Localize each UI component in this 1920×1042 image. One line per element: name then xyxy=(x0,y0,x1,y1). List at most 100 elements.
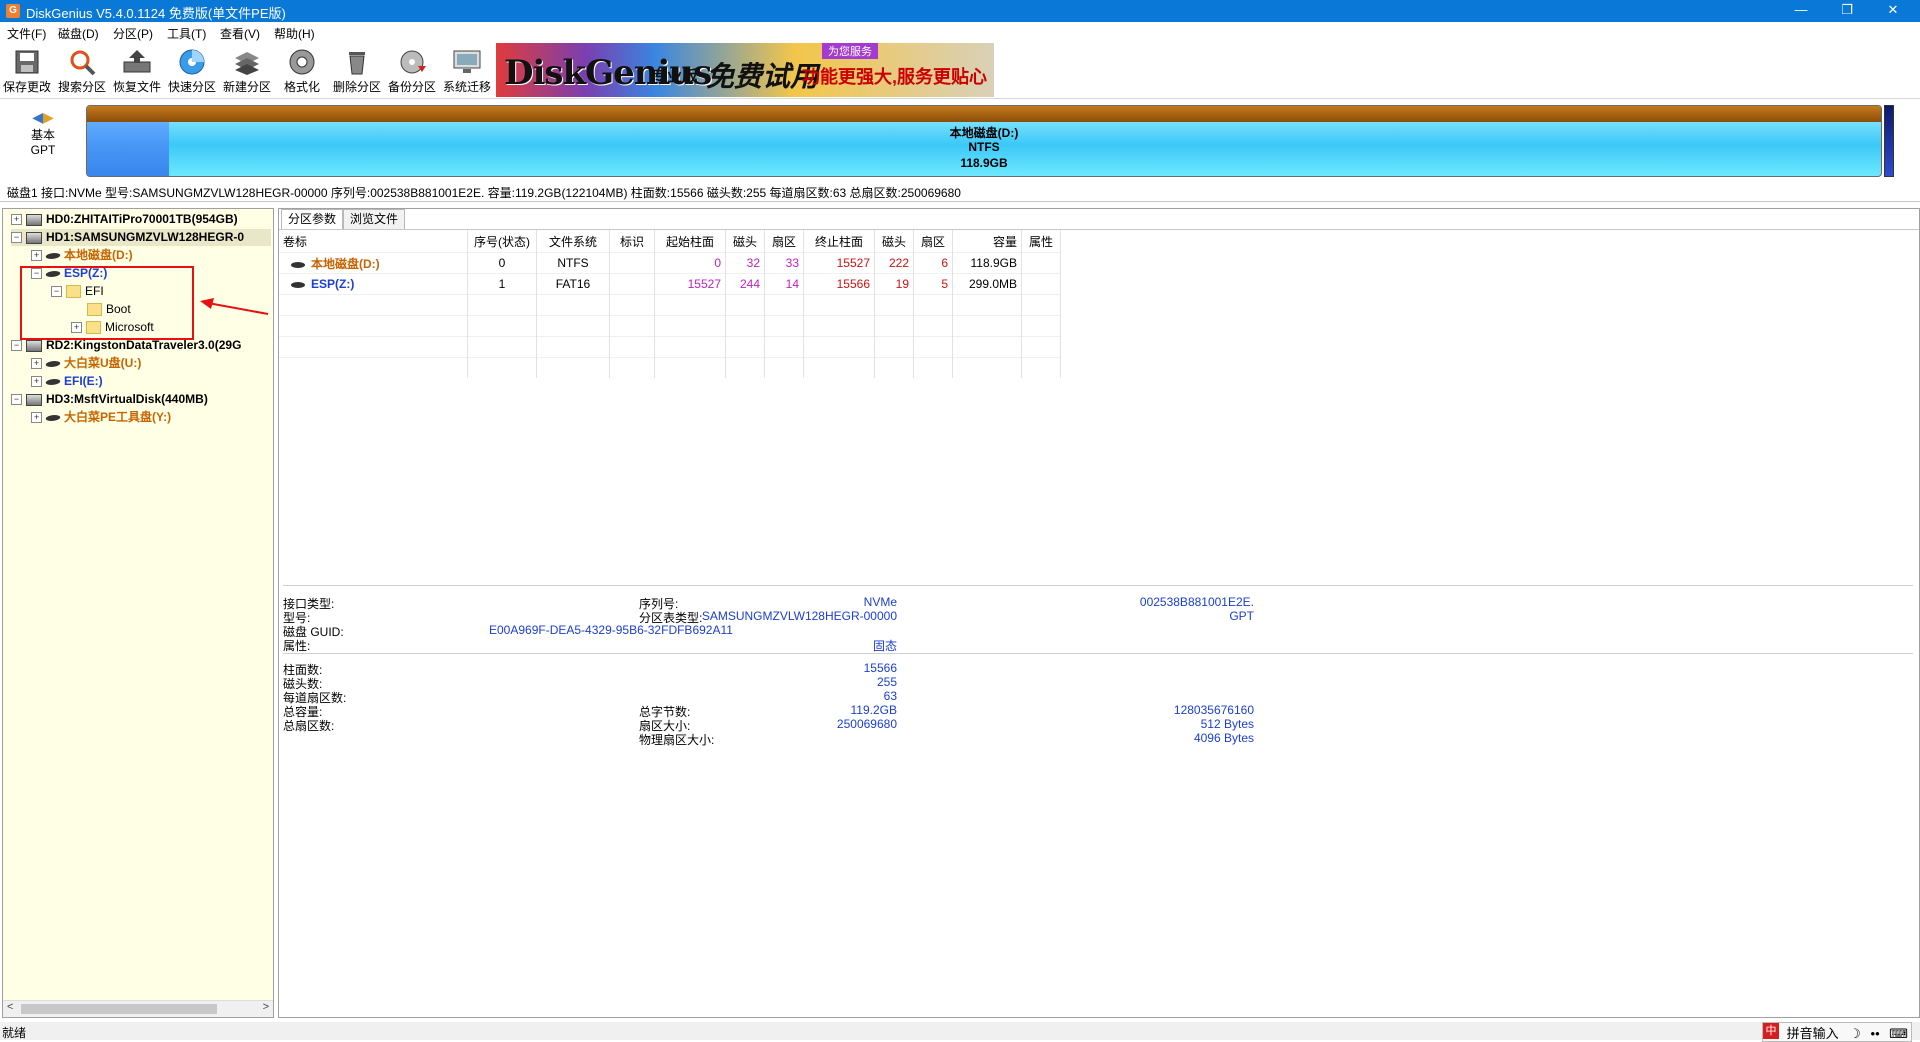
partition-bar-esp[interactable] xyxy=(1884,105,1894,177)
total-capacity-value: 119.2GB xyxy=(850,703,897,717)
total-sectors-value: 250069680 xyxy=(836,717,897,731)
disk-icon xyxy=(26,213,42,226)
prev-disk-arrow-icon[interactable]: ◀ xyxy=(32,109,43,125)
window-title: DiskGenius V5.4.0.1124 免费版(单文件PE版) xyxy=(26,6,286,21)
tab-partition-params[interactable]: 分区参数 xyxy=(281,209,344,230)
status-text: 就绪 xyxy=(2,1026,27,1040)
punctuation-icon[interactable]: •• xyxy=(1868,1026,1883,1041)
promo-banner[interactable]: 为您服务 DiskGenius 专业版 免费试用 功能更强大,服务更贴心 xyxy=(496,43,994,97)
close-button[interactable]: ✕ xyxy=(1870,0,1916,22)
physical-sector-size-value: 4096 Bytes xyxy=(1193,731,1254,745)
status-bar: 就绪 中 拼音输入 ☽ •• ⌨ xyxy=(0,1022,1920,1042)
new-partition-button[interactable]: 新建分区 xyxy=(220,46,274,98)
table-empty-row xyxy=(279,294,1061,316)
menu-help[interactable]: 帮助(H) xyxy=(274,25,315,42)
expand-icon[interactable]: + xyxy=(31,358,42,370)
menu-partition[interactable]: 分区(P) xyxy=(113,25,153,42)
total-sectors-label: 总扇区数: xyxy=(283,719,335,733)
search-partition-button[interactable]: 搜索分区 xyxy=(55,46,109,98)
ime-indicator[interactable]: 中 拼音输入 ☽ •• ⌨ xyxy=(1762,1022,1913,1042)
system-migrate-button[interactable]: 系统迁移 xyxy=(440,46,494,98)
collapse-icon[interactable]: − xyxy=(11,340,22,352)
disk-map-area: ◀▶ 基本 GPT 本地磁盘(D:) NTFS 118.9GB xyxy=(0,99,1920,181)
menu-file[interactable]: 文件(F) xyxy=(7,25,46,42)
next-disk-arrow-icon[interactable]: ▶ xyxy=(43,109,54,125)
scroll-thumb[interactable] xyxy=(21,1004,217,1014)
quick-partition-icon xyxy=(176,48,208,76)
attr-value: 固态 xyxy=(872,639,897,653)
tree-node-hd0[interactable]: + HD0:ZHITAITiPro70001TB(954GB) xyxy=(11,211,238,228)
tree-node-local-d[interactable]: + 本地磁盘(D:) xyxy=(31,247,133,264)
col-end-sector: 扇区 xyxy=(913,230,953,253)
table-row[interactable]: ESP(Z:) 1 FAT16 15527 244 14 15566 19 5 … xyxy=(279,273,1061,295)
model-value: SAMSUNGMZVLW128HEGR-00000 xyxy=(701,609,897,623)
tab-browse-files[interactable]: 浏览文件 xyxy=(343,209,406,230)
table-row[interactable]: 本地磁盘(D:) 0 NTFS 0 32 33 15527 222 6 118.… xyxy=(279,252,1061,274)
recover-files-button[interactable]: 恢复文件 xyxy=(110,46,164,98)
annotation-box xyxy=(20,266,194,340)
tree-node-dabaicai-pe[interactable]: + 大白菜PE工具盘(Y:) xyxy=(31,409,171,426)
partition-bar-local-d[interactable]: 本地磁盘(D:) NTFS 118.9GB xyxy=(86,105,1882,177)
quick-partition-button[interactable]: 快速分区 xyxy=(165,46,219,98)
format-button[interactable]: 格式化 xyxy=(275,46,329,98)
moon-icon[interactable]: ☽ xyxy=(1846,1026,1864,1041)
disk-nav: ◀▶ 基本 GPT xyxy=(20,109,66,157)
tree-horizontal-scrollbar[interactable]: < > xyxy=(3,1000,273,1017)
details-divider xyxy=(283,653,1913,654)
recover-icon xyxy=(121,48,153,76)
guid-value: E00A969F-DEA5-4329-95B6-32FDFB692A11 xyxy=(489,623,733,637)
col-start-sector: 扇区 xyxy=(764,230,804,253)
disk-style-label: 基本 xyxy=(30,128,55,142)
save-changes-button[interactable]: 保存更改 xyxy=(0,46,54,98)
menu-view[interactable]: 查看(V) xyxy=(220,25,260,42)
expand-icon[interactable]: + xyxy=(31,412,42,424)
scroll-left-icon[interactable]: < xyxy=(7,1001,13,1013)
minimize-button[interactable]: — xyxy=(1778,0,1824,22)
partition-icon xyxy=(44,360,62,367)
tree-node-hd1[interactable]: − HD1:SAMSUNGMZVLW128HEGR-0 xyxy=(11,229,271,246)
expand-icon[interactable]: + xyxy=(31,250,42,262)
partition-table-label: GPT xyxy=(30,143,56,157)
collapse-icon[interactable]: − xyxy=(11,394,22,406)
details-top-divider xyxy=(283,585,1913,586)
total-bytes-value: 128035676160 xyxy=(1173,703,1254,717)
physical-sector-size-label: 物理扇区大小: xyxy=(639,733,715,747)
iface-value: NVMe xyxy=(863,595,897,609)
backup-icon xyxy=(396,48,428,76)
format-icon xyxy=(286,48,318,76)
banner-top-text: 为您服务 xyxy=(822,43,878,59)
annotation-arrow-icon xyxy=(200,298,269,315)
partition-table: 卷标 序号(状态) 文件系统 标识 起始柱面 磁头 扇区 终止柱面 磁头 扇区 … xyxy=(279,229,1919,585)
title-bar: G DiskGenius V5.4.0.1124 免费版(单文件PE版) — ❐… xyxy=(0,0,1920,22)
backup-partition-button[interactable]: 备份分区 xyxy=(385,46,439,98)
ime-chinese-icon: 中 xyxy=(1763,1023,1779,1039)
migrate-icon xyxy=(451,48,483,76)
expand-icon[interactable]: + xyxy=(31,376,42,388)
scroll-right-icon[interactable]: > xyxy=(263,1001,269,1013)
menu-disk[interactable]: 磁盘(D) xyxy=(58,25,99,42)
partition-icon xyxy=(44,378,62,385)
keyboard-icon[interactable]: ⌨ xyxy=(1886,1026,1911,1041)
serial-value: 002538B881001E2E. xyxy=(1139,595,1254,609)
expand-icon[interactable]: + xyxy=(11,214,22,226)
restore-button[interactable]: ❐ xyxy=(1824,0,1870,22)
col-id: 标识 xyxy=(609,230,655,253)
tree-node-efi-e[interactable]: + EFI(E:) xyxy=(31,373,103,390)
menu-tools[interactable]: 工具(T) xyxy=(167,25,206,42)
collapse-icon[interactable]: − xyxy=(11,232,22,244)
table-header-row: 卷标 序号(状态) 文件系统 标识 起始柱面 磁头 扇区 终止柱面 磁头 扇区 … xyxy=(279,230,1061,253)
col-start-cyl: 起始柱面 xyxy=(654,230,726,253)
disk-info-text: 磁盘1 接口:NVMe 型号:SAMSUNGMZVLW128HEGR-00000… xyxy=(7,186,961,200)
tree-node-dabaicai-u[interactable]: + 大白菜U盘(U:) xyxy=(31,355,141,372)
tree-node-hd3[interactable]: − HD3:MsftVirtualDisk(440MB) xyxy=(11,391,208,408)
partition-bar-size: 118.9GB xyxy=(960,156,1008,170)
right-panel: 分区参数 浏览文件 卷标 序号(状态) 文件系统 标识 起始柱面 磁头 扇区 终… xyxy=(278,208,1920,1018)
table-empty-row xyxy=(279,357,1061,378)
table-empty-row xyxy=(279,336,1061,358)
table-empty-row xyxy=(279,315,1061,337)
sectors-per-track-value: 63 xyxy=(883,689,897,703)
col-volume: 卷标 xyxy=(279,230,468,253)
col-start-head: 磁头 xyxy=(725,230,765,253)
col-end-head: 磁头 xyxy=(874,230,914,253)
delete-partition-button[interactable]: 删除分区 xyxy=(330,46,384,98)
